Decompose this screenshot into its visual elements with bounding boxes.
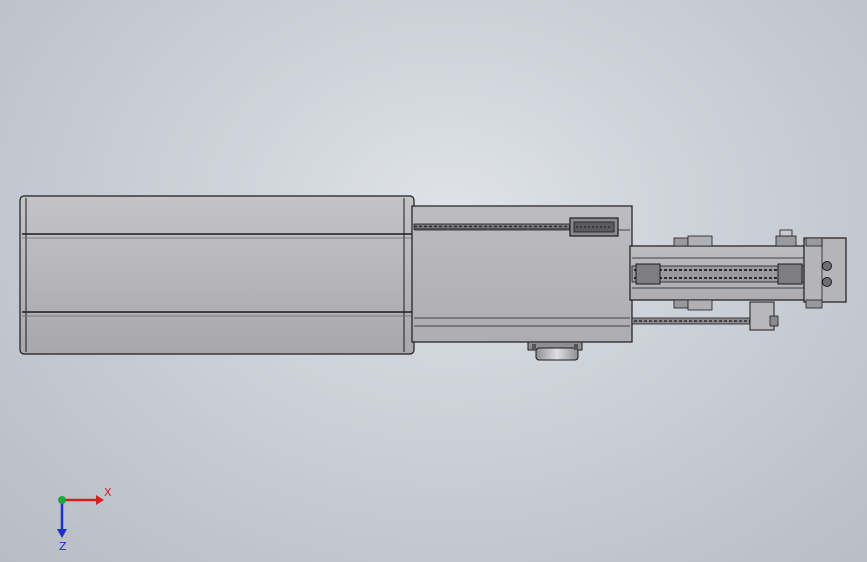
- connector-knob[interactable]: [527, 341, 583, 361]
- z-axis-label: Z: [59, 540, 67, 552]
- z-axis-head: [57, 529, 67, 538]
- x-axis-label: X: [104, 486, 112, 499]
- top-mount-tabs[interactable]: [673, 229, 823, 247]
- upper-lead-screw[interactable]: [413, 223, 575, 230]
- graphics-viewport[interactable]: X Z: [0, 0, 867, 562]
- x-axis-head: [96, 495, 104, 505]
- arm-lead-screw[interactable]: [631, 263, 805, 285]
- bottom-mount-tabs[interactable]: [673, 299, 823, 311]
- carriage-block[interactable]: [569, 217, 619, 237]
- assembly-model-top-view[interactable]: [0, 0, 867, 562]
- coordinate-triad: X Z: [57, 486, 112, 552]
- motor-housing[interactable]: [19, 195, 415, 355]
- end-plate[interactable]: [803, 237, 847, 303]
- y-axis-dot: [58, 496, 66, 504]
